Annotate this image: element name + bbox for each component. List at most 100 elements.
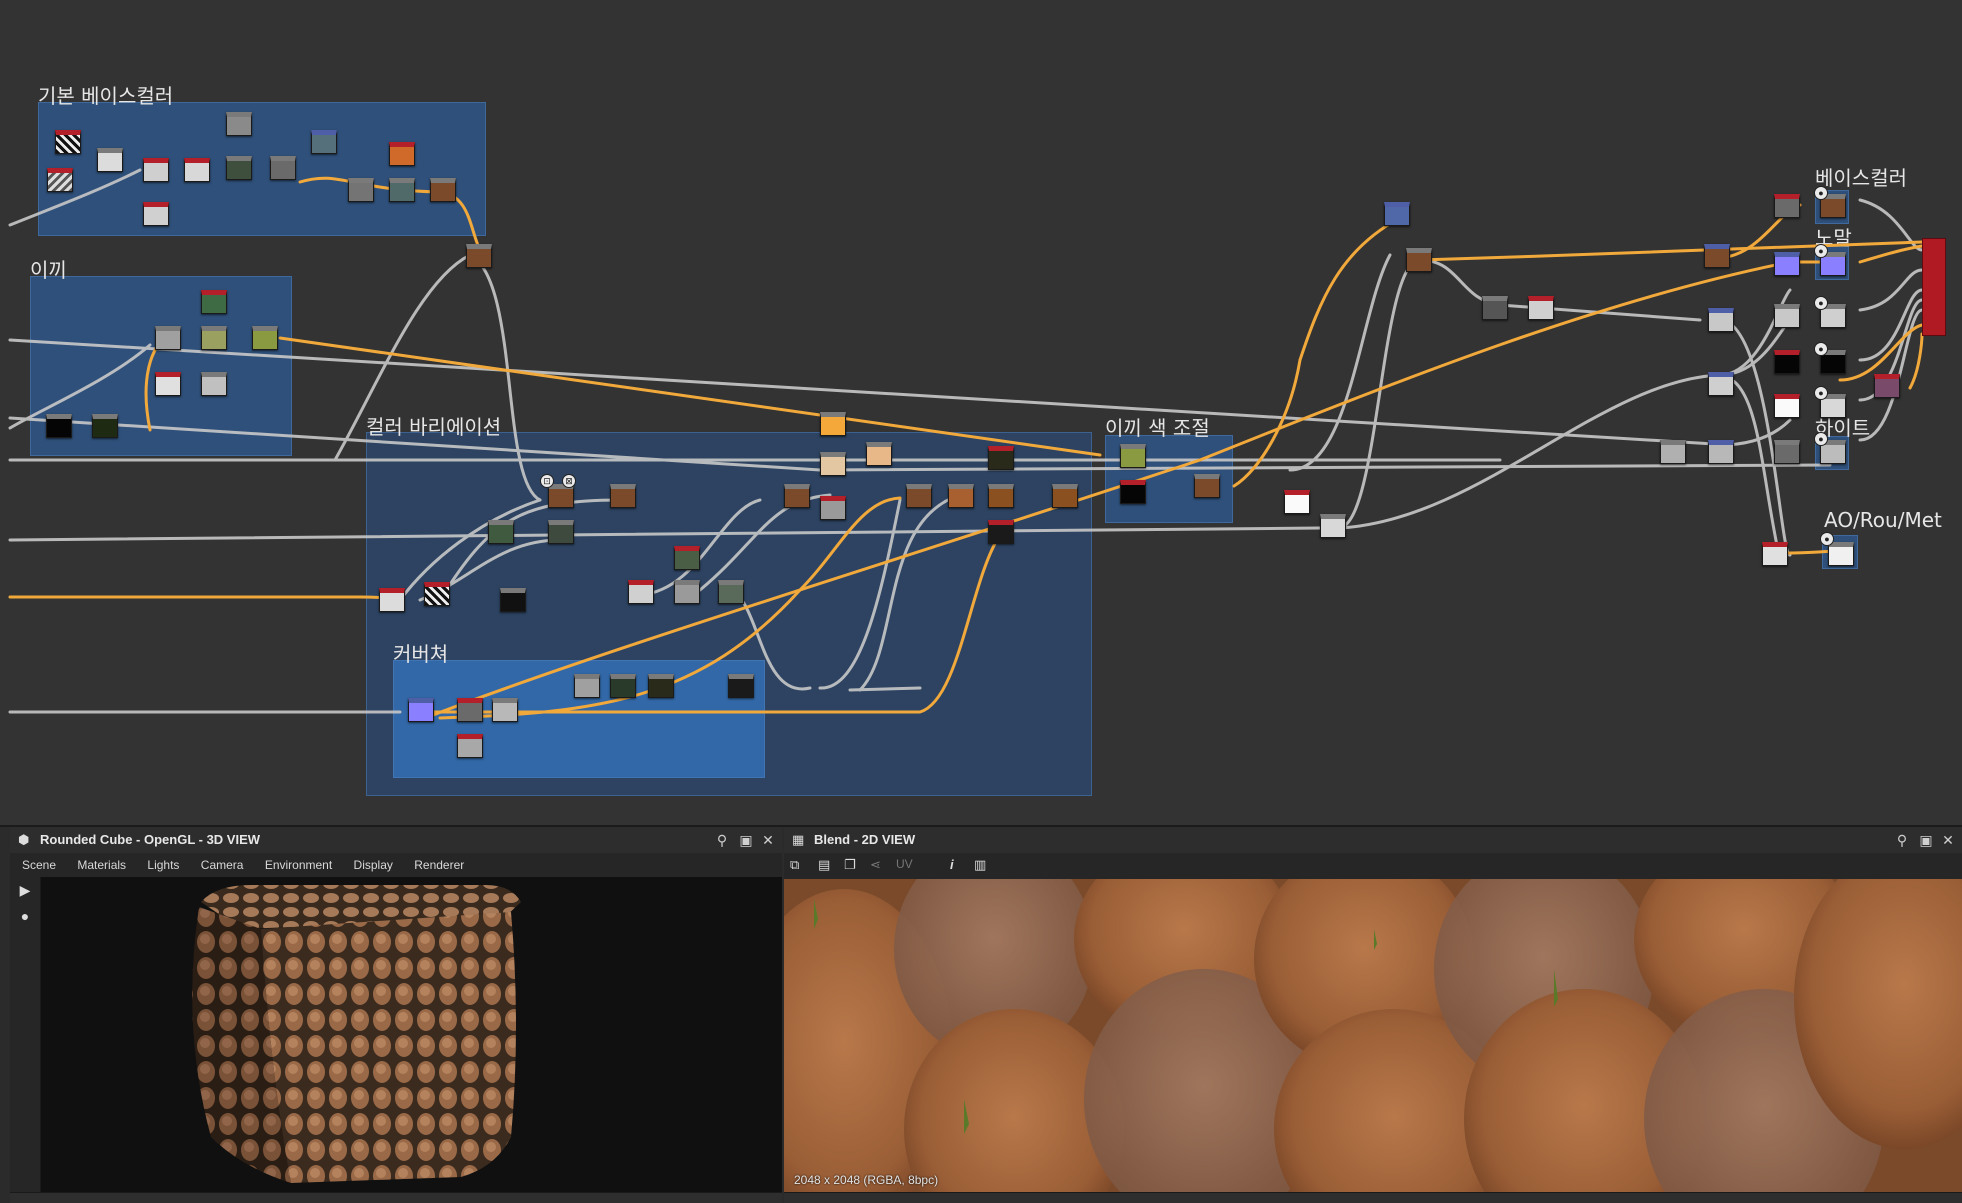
graph-node[interactable] — [718, 580, 744, 604]
graph-node[interactable] — [1120, 480, 1146, 504]
menu-display[interactable]: Display — [354, 858, 393, 872]
graph-node[interactable] — [155, 326, 181, 350]
light-bulb-icon[interactable]: ● — [10, 903, 40, 929]
graph-node[interactable] — [55, 130, 81, 154]
graph-node[interactable] — [610, 484, 636, 508]
graph-node[interactable] — [648, 674, 674, 698]
graph-node[interactable] — [408, 698, 434, 722]
info-icon[interactable]: i — [950, 857, 954, 872]
graph-node[interactable] — [1774, 304, 1800, 328]
graph-node[interactable] — [674, 580, 700, 604]
histogram-icon[interactable]: ▥ — [974, 857, 986, 873]
pin-icon[interactable]: ⚲ — [712, 827, 732, 853]
menu-environment[interactable]: Environment — [265, 858, 332, 872]
viewport-2d[interactable]: 2048 x 2048 (RGBA, 8bpc) — [784, 879, 1962, 1193]
graph-node[interactable] — [728, 674, 754, 698]
menu-renderer[interactable]: Renderer — [414, 858, 464, 872]
graph-node[interactable] — [988, 446, 1014, 470]
graph-node[interactable] — [1528, 296, 1554, 320]
menu-camera[interactable]: Camera — [201, 858, 244, 872]
graph-node[interactable] — [1482, 296, 1508, 320]
maximize-icon[interactable]: ▣ — [736, 827, 756, 853]
graph-node[interactable] — [906, 484, 932, 508]
graph-node[interactable] — [1120, 444, 1146, 468]
close-icon[interactable]: ✕ — [758, 827, 778, 853]
graph-node[interactable] — [628, 580, 654, 604]
graph-node[interactable] — [1774, 350, 1800, 374]
menu-lights[interactable]: Lights — [147, 858, 179, 872]
menu-scene[interactable]: Scene — [22, 858, 56, 872]
graph-node[interactable] — [820, 412, 846, 436]
graph-node[interactable] — [674, 546, 700, 570]
graph-node[interactable] — [988, 520, 1014, 544]
graph-node[interactable] — [1194, 474, 1220, 498]
maximize-icon[interactable]: ▣ — [1916, 827, 1936, 853]
graph-node[interactable] — [1708, 372, 1734, 396]
graph-node[interactable] — [820, 496, 846, 520]
graph-node[interactable] — [610, 674, 636, 698]
graph-node[interactable] — [226, 156, 252, 180]
graph-node[interactable] — [1774, 394, 1800, 418]
graph-node[interactable] — [1708, 440, 1734, 464]
graph-node[interactable] — [492, 698, 518, 722]
share-icon[interactable]: ⋖ — [870, 857, 881, 873]
copy-icon[interactable]: ❐ — [844, 857, 856, 873]
graph-node[interactable] — [97, 148, 123, 172]
graph-node[interactable] — [500, 588, 526, 612]
graph-node[interactable] — [348, 178, 374, 202]
export-icon[interactable]: ⧉ — [790, 857, 799, 873]
graph-node[interactable] — [389, 142, 415, 166]
graph-node[interactable] — [1660, 440, 1686, 464]
graph-node[interactable] — [548, 520, 574, 544]
graph-node[interactable] — [92, 414, 118, 438]
graph-node[interactable] — [424, 582, 450, 606]
graph-node[interactable] — [430, 178, 456, 202]
graph-node[interactable] — [270, 156, 296, 180]
graph-node[interactable] — [201, 326, 227, 350]
camera-icon[interactable]: ▶ — [10, 877, 40, 903]
output-node[interactable] — [1922, 238, 1946, 336]
graph-node[interactable] — [784, 484, 810, 508]
graph-node[interactable] — [143, 158, 169, 182]
graph-node[interactable] — [184, 158, 210, 182]
graph-node[interactable] — [1708, 308, 1734, 332]
graph-node[interactable] — [1828, 542, 1854, 566]
graph-node[interactable] — [1406, 248, 1432, 272]
menu-materials[interactable]: Materials — [77, 858, 126, 872]
graph-node[interactable] — [948, 484, 974, 508]
graph-node[interactable] — [457, 698, 483, 722]
graph-node[interactable] — [46, 414, 72, 438]
graph-node[interactable] — [488, 520, 514, 544]
uv-dropdown[interactable]: UV — [896, 857, 913, 871]
graph-node[interactable] — [1284, 490, 1310, 514]
graph-node[interactable] — [1704, 244, 1730, 268]
graph-node[interactable] — [820, 452, 846, 476]
graph-node[interactable] — [1874, 374, 1900, 398]
graph-node[interactable] — [574, 674, 600, 698]
graph-node[interactable] — [252, 326, 278, 350]
graph-node[interactable] — [1774, 194, 1800, 218]
graph-node[interactable] — [379, 588, 405, 612]
node-graph-canvas[interactable]: 기본 베이스컬러 이끼 컬러 바리에이션 커버쳐 이끼 색 조절 베이스컬러 노… — [0, 0, 1962, 827]
pin-icon[interactable]: ⚲ — [1892, 827, 1912, 853]
graph-node[interactable] — [1384, 202, 1410, 226]
graph-node[interactable] — [201, 290, 227, 314]
graph-node[interactable] — [311, 130, 337, 154]
graph-node[interactable] — [1762, 542, 1788, 566]
graph-node[interactable] — [466, 244, 492, 268]
graph-node[interactable] — [1774, 252, 1800, 276]
viewport-3d[interactable] — [41, 877, 782, 1193]
graph-node[interactable] — [988, 484, 1014, 508]
save-icon[interactable]: ▤ — [818, 857, 830, 873]
graph-node[interactable] — [201, 372, 227, 396]
graph-node[interactable] — [389, 178, 415, 202]
graph-node[interactable] — [866, 442, 892, 466]
graph-node[interactable] — [47, 168, 73, 192]
graph-node[interactable] — [155, 372, 181, 396]
graph-node[interactable] — [1774, 440, 1800, 464]
graph-node[interactable] — [1320, 514, 1346, 538]
graph-node[interactable] — [143, 202, 169, 226]
graph-node[interactable] — [226, 112, 252, 136]
close-icon[interactable]: ✕ — [1938, 827, 1958, 853]
graph-node[interactable] — [1052, 484, 1078, 508]
